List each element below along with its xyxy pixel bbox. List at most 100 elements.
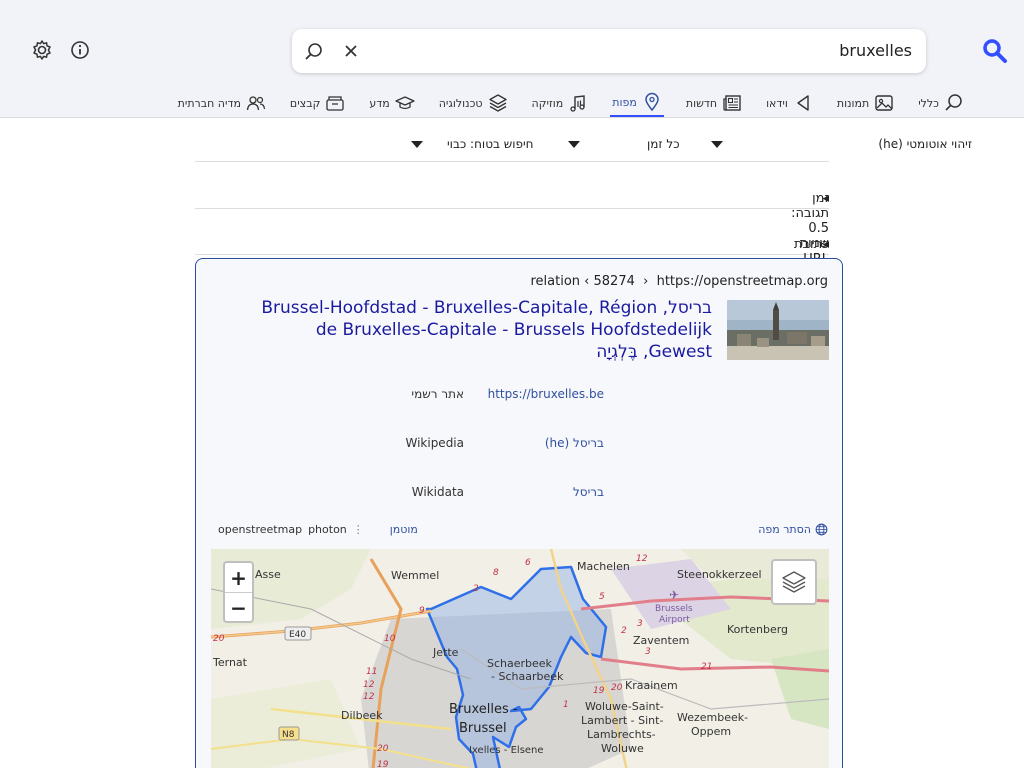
map-label: Kortenberg <box>727 623 788 636</box>
map-label: Zaventem <box>633 634 689 647</box>
map-label: Lambrechts- <box>587 728 656 741</box>
infobox-row-wikipedia: Wikipedia בריסל (he) <box>196 436 842 456</box>
search-box <box>292 29 926 73</box>
extra-caret-icon[interactable] <box>411 141 423 148</box>
map-label: Jette <box>432 646 459 659</box>
url-host: https://openstreetmap.org <box>656 274 828 289</box>
zoom-out-button[interactable]: − <box>225 593 252 623</box>
map-source-selected[interactable]: מוטמן <box>390 523 418 536</box>
tab-label: טכנולוגיה <box>438 96 483 110</box>
map-label: Schaerbeek <box>487 657 553 670</box>
svg-text:19: 19 <box>377 760 389 768</box>
files-icon <box>326 96 345 111</box>
language-filter[interactable]: זיהוי אוטומטי (he) <box>860 137 972 151</box>
header: כללי תמונות וידאו חדשות מפות מוזיקה טכנו… <box>0 0 1024 118</box>
svg-text:10: 10 <box>384 634 396 644</box>
map-canvas: Asse Wemmel Machelen Steenokkerzeel Brus… <box>211 549 829 768</box>
map-view[interactable]: Asse Wemmel Machelen Steenokkerzeel Brus… <box>211 549 829 768</box>
row-value-link[interactable]: בריסל <box>573 485 604 499</box>
row-value-link[interactable]: https://bruxelles.be <box>488 387 604 401</box>
tab-general[interactable]: כללי <box>916 89 966 117</box>
svg-text:9: 9 <box>419 606 425 616</box>
map-label: Brussels <box>655 604 693 614</box>
safe-search-value: חיפוש בטוח: כבוי <box>447 137 534 151</box>
tab-label: מדע <box>369 96 390 110</box>
svg-text:2: 2 <box>621 626 627 636</box>
tab-images[interactable]: תמונות <box>835 89 896 117</box>
gear-icon[interactable] <box>30 38 54 62</box>
airport-icon: ✈ <box>669 588 679 602</box>
image-icon <box>875 95 893 111</box>
url-separator: › <box>643 274 649 289</box>
tab-label: קבצים <box>289 96 321 110</box>
map-toolbar: הסתר מפה openstreetmap photon ⋮ מוטמן <box>218 523 828 543</box>
tab-maps[interactable]: מפות <box>610 89 664 117</box>
tab-label: מפות <box>612 95 637 109</box>
response-time-expander[interactable]: ◂ זמן תגובה: 0.5 שניות <box>195 163 829 251</box>
svg-text:3: 3 <box>637 619 643 629</box>
map-source-photon[interactable]: photon <box>308 523 347 536</box>
layers-button[interactable] <box>771 559 817 605</box>
hide-map-button[interactable]: הסתר מפה <box>758 523 828 536</box>
zoom-in-button[interactable]: + <box>225 563 252 593</box>
url-separator: ‹ <box>584 274 590 289</box>
svg-text:1: 1 <box>563 700 569 710</box>
hide-map-label: הסתר מפה <box>758 523 811 536</box>
map-label: Ixelles - Elsene <box>469 745 544 756</box>
safesearch-caret-icon[interactable] <box>568 141 580 148</box>
row-key: Wikipedia <box>405 436 464 450</box>
tab-science[interactable]: מדע <box>367 89 416 117</box>
svg-text:11: 11 <box>366 667 377 677</box>
svg-text:3: 3 <box>645 647 651 657</box>
news-icon <box>723 95 741 111</box>
map-label: Oppem <box>691 725 731 738</box>
tab-label: מדיה חברתית <box>177 96 241 110</box>
map-source-openstreetmap[interactable]: openstreetmap <box>218 523 302 536</box>
svg-text:12: 12 <box>363 680 375 690</box>
road-label-n8: N8 <box>282 730 295 740</box>
tab-label: תמונות <box>836 96 870 110</box>
infobox-title[interactable]: בריסל, Brussel-Hoofdstad - Bruxelles-Cap… <box>252 297 712 363</box>
row-key: אתר רשמי <box>411 387 464 401</box>
row-key: Wikidata <box>411 485 464 499</box>
tab-social-media[interactable]: מדיה חברתית <box>176 89 268 117</box>
logo-search-icon[interactable] <box>982 38 1008 64</box>
url-type: relation <box>530 274 581 289</box>
search-url-expander[interactable]: ◂ כתובת URL חיפוש <box>195 209 829 282</box>
globe-icon <box>815 523 828 536</box>
map-label: Woluwe-Saint- <box>585 700 664 713</box>
map-label: Airport <box>659 615 690 625</box>
science-icon <box>395 96 415 110</box>
zoom-control: + − <box>223 561 254 623</box>
info-icon[interactable] <box>69 39 91 61</box>
more-icon[interactable]: ⋮ <box>353 523 364 536</box>
time-range-select[interactable]: כל זמן <box>647 137 680 151</box>
search-icon[interactable] <box>302 39 326 63</box>
safe-search-select[interactable]: חיפוש בטוח: כבוי <box>447 137 534 151</box>
people-icon <box>246 96 266 111</box>
tab-videos[interactable]: וידאו <box>764 89 815 117</box>
search-input[interactable] <box>432 41 912 60</box>
map-label: Kraainem <box>625 679 678 692</box>
infobox-row-wikidata: Wikidata בריסל <box>196 485 842 505</box>
tab-news[interactable]: חדשות <box>684 89 744 117</box>
map-label: Wemmel <box>391 569 439 582</box>
map-label: Lambert - Sint- <box>581 714 663 727</box>
time-range-value: כל זמן <box>647 137 680 151</box>
clear-icon[interactable] <box>340 40 362 62</box>
time-caret-icon[interactable] <box>711 141 723 148</box>
tab-files[interactable]: קבצים <box>288 89 347 117</box>
tab-label: וידאו <box>766 96 788 110</box>
url-id: 58274 <box>593 274 635 289</box>
tab-it[interactable]: טכנולוגיה <box>437 89 510 117</box>
tab-music[interactable]: מוזיקה <box>530 89 591 117</box>
map-label: Wezembeek- <box>677 711 748 724</box>
map-label: Asse <box>255 568 281 581</box>
map-label: Brussel <box>459 721 507 736</box>
map-label: Steenokkerzeel <box>677 568 762 581</box>
road-label-e40: E40 <box>289 630 306 640</box>
music-icon <box>570 95 585 112</box>
result-url[interactable]: relation ‹ 58274 › https://openstreetmap… <box>530 274 828 289</box>
svg-text:5: 5 <box>599 592 605 602</box>
row-value-link[interactable]: בריסל (he) <box>545 436 604 450</box>
